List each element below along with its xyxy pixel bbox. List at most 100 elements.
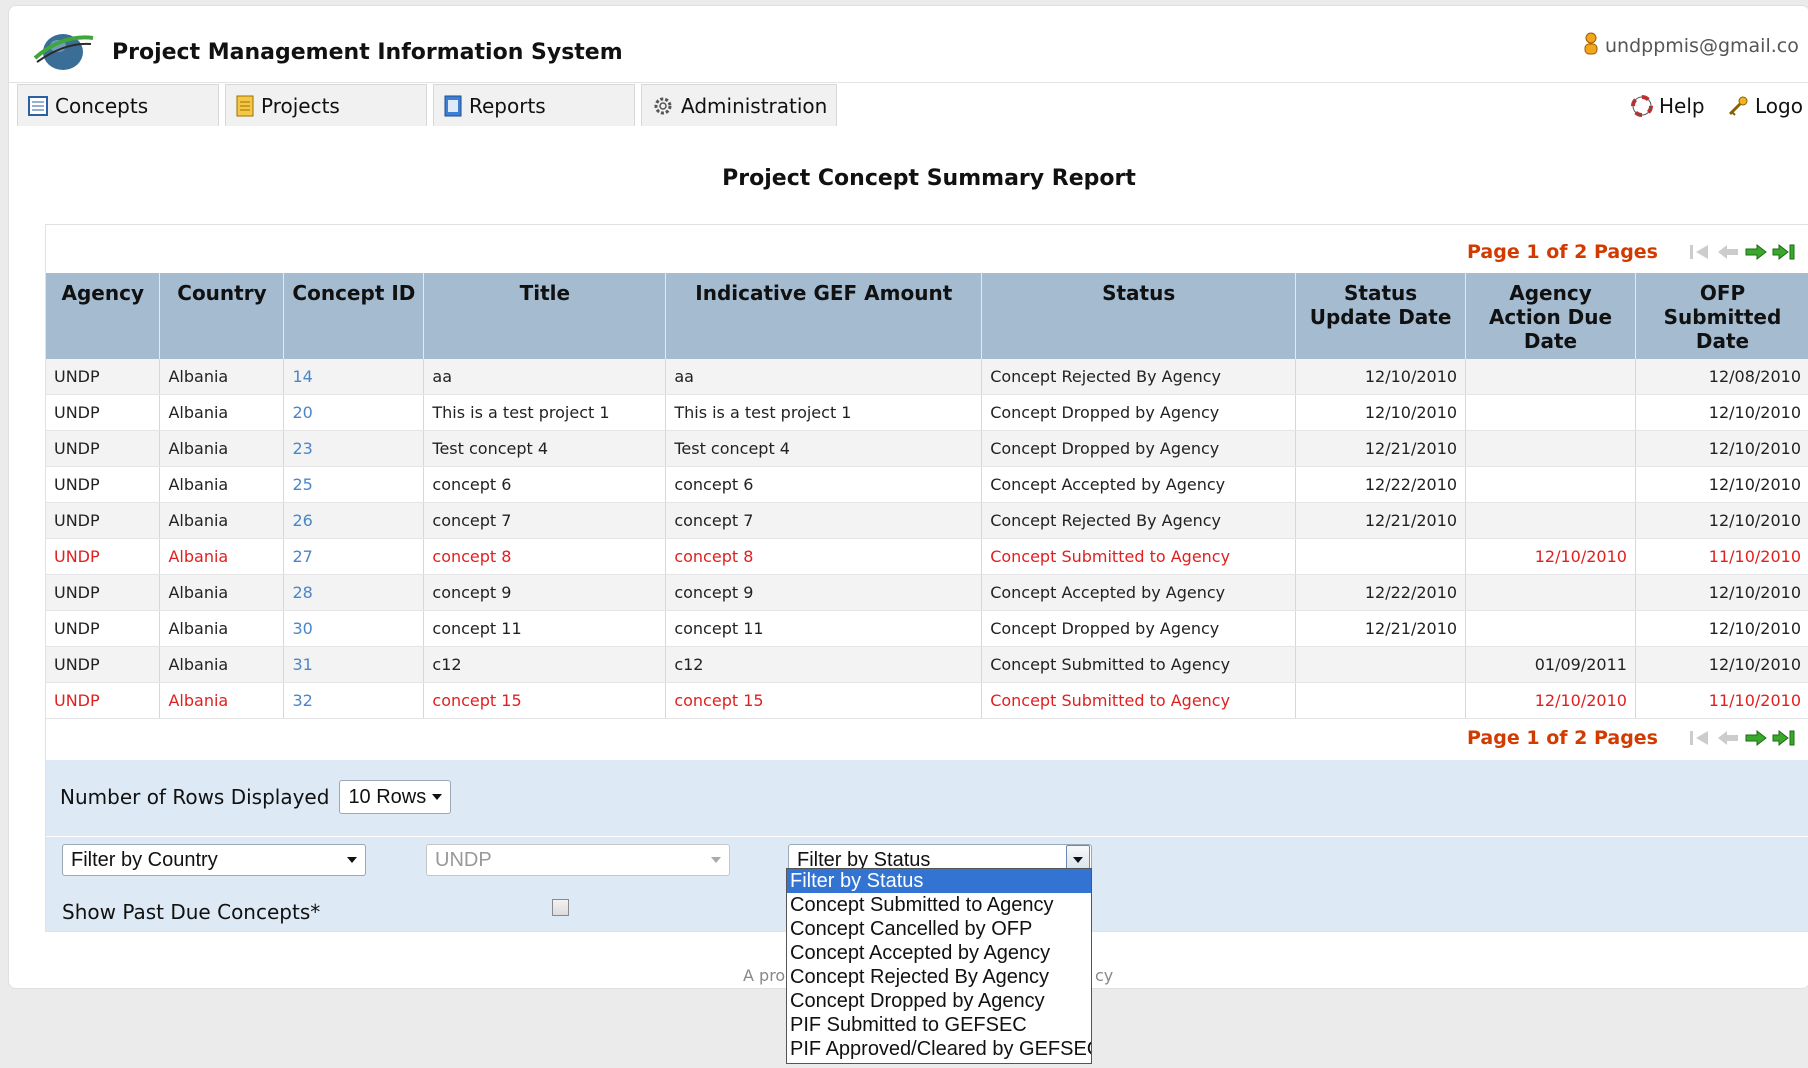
rows-value: 10 Rows — [348, 785, 427, 808]
next-page-icon[interactable] — [1744, 729, 1768, 747]
cell-country: Albania — [159, 430, 285, 467]
cell-agency: UNDP — [46, 430, 161, 467]
cell-country: Albania — [159, 359, 285, 395]
cell-title: c12 — [423, 646, 667, 683]
cell-concept-id[interactable]: 25 — [283, 466, 425, 503]
cell-status: Concept Submitted to Agency — [981, 682, 1297, 719]
tab-projects[interactable]: Projects — [225, 84, 427, 126]
first-page-icon[interactable] — [1688, 729, 1712, 747]
status-option[interactable]: Filter by Status — [787, 869, 1091, 893]
globe-logo-icon — [31, 24, 95, 74]
cell-due-date — [1465, 502, 1636, 539]
cell-concept-id[interactable]: 27 — [283, 538, 425, 575]
user-email: undppmis@gmail.co — [1605, 35, 1799, 57]
first-page-icon[interactable] — [1688, 243, 1712, 261]
cell-status: Concept Dropped by Agency — [981, 430, 1297, 467]
cell-concept-id[interactable]: 20 — [283, 394, 425, 431]
cell-concept-id[interactable]: 14 — [283, 359, 425, 395]
country-filter-value: Filter by Country — [71, 848, 218, 871]
past-due-checkbox[interactable] — [552, 899, 569, 916]
logout-label: Logo — [1755, 94, 1803, 118]
cell-title: concept 8 — [423, 538, 667, 575]
cell-country: Albania — [159, 538, 285, 575]
cell-status: Concept Dropped by Agency — [981, 610, 1297, 647]
cell-gef-amount: concept 11 — [665, 610, 983, 647]
cell-status: Concept Submitted to Agency — [981, 646, 1297, 683]
table-body: UNDP Albania 14 aa aa Concept Rejected By Age… — [46, 359, 1808, 719]
previous-page-icon[interactable] — [1716, 729, 1740, 747]
cell-concept-id[interactable]: 30 — [283, 610, 425, 647]
cell-concept-id[interactable]: 23 — [283, 430, 425, 467]
table-row: UNDP Albania 14 aa aa Concept Rejected By Age… — [46, 359, 1808, 395]
cell-status-date: 12/22/2010 — [1295, 574, 1467, 611]
cell-ofp-date: 12/08/2010 — [1635, 359, 1808, 395]
cell-agency: UNDP — [46, 646, 161, 683]
tab-administration[interactable]: Administration — [641, 84, 837, 126]
cell-due-date — [1465, 430, 1636, 467]
user-account[interactable]: undppmis@gmail.co — [1583, 32, 1799, 61]
cell-concept-id[interactable]: 28 — [283, 574, 425, 611]
table-row: UNDP Albania 20 This is a test project 1 Thi… — [46, 394, 1808, 431]
cell-gef-amount: This is a test project 1 — [665, 394, 983, 431]
past-due-label: Show Past Due Concepts* — [62, 900, 321, 924]
cell-country: Albania — [159, 682, 285, 719]
country-filter-select[interactable]: Filter by Country — [62, 844, 366, 876]
tab-label: Concepts — [55, 93, 149, 118]
list-icon — [28, 95, 48, 116]
column-header-status[interactable]: Status — [981, 273, 1297, 359]
cell-gef-amount: concept 15 — [665, 682, 983, 719]
column-header-concept-id[interactable]: Concept ID — [283, 273, 425, 359]
table-row: UNDP Albania 31 c12 c12 Concept Submitted to … — [46, 646, 1808, 683]
cell-concept-id[interactable]: 32 — [283, 682, 425, 719]
status-option[interactable]: Concept Cancelled by OFP — [787, 917, 1091, 941]
filter-divider — [46, 836, 1808, 837]
status-option[interactable]: Concept Accepted by Agency — [787, 941, 1091, 965]
cell-title: Test concept 4 — [423, 430, 667, 467]
status-option[interactable]: PIF Submitted to GEFSEC — [787, 1013, 1091, 1037]
cell-concept-id[interactable]: 31 — [283, 646, 425, 683]
status-option[interactable]: Concept Dropped by Agency — [787, 989, 1091, 1013]
column-header-due-date[interactable]: Agency Action Due Date — [1465, 273, 1636, 359]
tab-label: Reports — [469, 93, 546, 118]
cell-concept-id[interactable]: 26 — [283, 502, 425, 539]
table-row: UNDP Albania 28 concept 9 concept 9 Concept A… — [46, 574, 1808, 611]
last-page-icon[interactable] — [1772, 243, 1796, 261]
status-option[interactable]: PIF Approved/Cleared by GEFSEC — [787, 1037, 1091, 1061]
cell-status-date: 12/22/2010 — [1295, 466, 1467, 503]
status-option[interactable]: Concept Rejected By Agency — [787, 965, 1091, 989]
cell-ofp-date: 11/10/2010 — [1635, 682, 1808, 719]
cell-country: Albania — [159, 574, 285, 611]
last-page-icon[interactable] — [1772, 729, 1796, 747]
tab-reports[interactable]: Reports — [433, 84, 635, 126]
help-link[interactable]: Help — [1631, 94, 1705, 118]
cell-gef-amount: concept 8 — [665, 538, 983, 575]
status-dropdown-list[interactable]: Filter by Status Concept Submitted to Age… — [786, 868, 1092, 1064]
cell-ofp-date: 12/10/2010 — [1635, 394, 1808, 431]
cell-ofp-date: 12/10/2010 — [1635, 646, 1808, 683]
agency-filter-select[interactable]: UNDP — [426, 844, 730, 876]
column-header-ofp-date[interactable]: OFP Submitted Date — [1635, 273, 1808, 359]
cell-status-date — [1295, 646, 1467, 683]
cell-status: Concept Submitted to Agency — [981, 538, 1297, 575]
footer-text-right: cy — [1095, 966, 1114, 985]
next-page-icon[interactable] — [1744, 243, 1768, 261]
column-header-status-date[interactable]: Status Update Date — [1295, 273, 1467, 359]
cell-agency: UNDP — [46, 359, 161, 395]
column-header-country[interactable]: Country — [159, 273, 285, 359]
status-option[interactable]: Concept Submitted to Agency — [787, 893, 1091, 917]
rows-label: Number of Rows Displayed — [60, 785, 330, 809]
logout-link[interactable]: Logo — [1727, 94, 1803, 118]
rows-per-page-select[interactable]: 10 Rows — [339, 780, 452, 814]
previous-page-icon[interactable] — [1716, 243, 1740, 261]
cell-title: aa — [423, 359, 667, 395]
column-header-agency[interactable]: Agency — [46, 273, 161, 359]
cell-title: concept 11 — [423, 610, 667, 647]
document-icon — [236, 95, 254, 117]
column-header-gef-amount[interactable]: Indicative GEF Amount — [665, 273, 983, 359]
cell-agency: UNDP — [46, 394, 161, 431]
column-header-title[interactable]: Title — [423, 273, 667, 359]
cell-status-date: 12/10/2010 — [1295, 394, 1467, 431]
chevron-down-icon — [347, 857, 357, 863]
tab-concepts[interactable]: Concepts — [17, 84, 219, 126]
cell-due-date — [1465, 359, 1636, 395]
